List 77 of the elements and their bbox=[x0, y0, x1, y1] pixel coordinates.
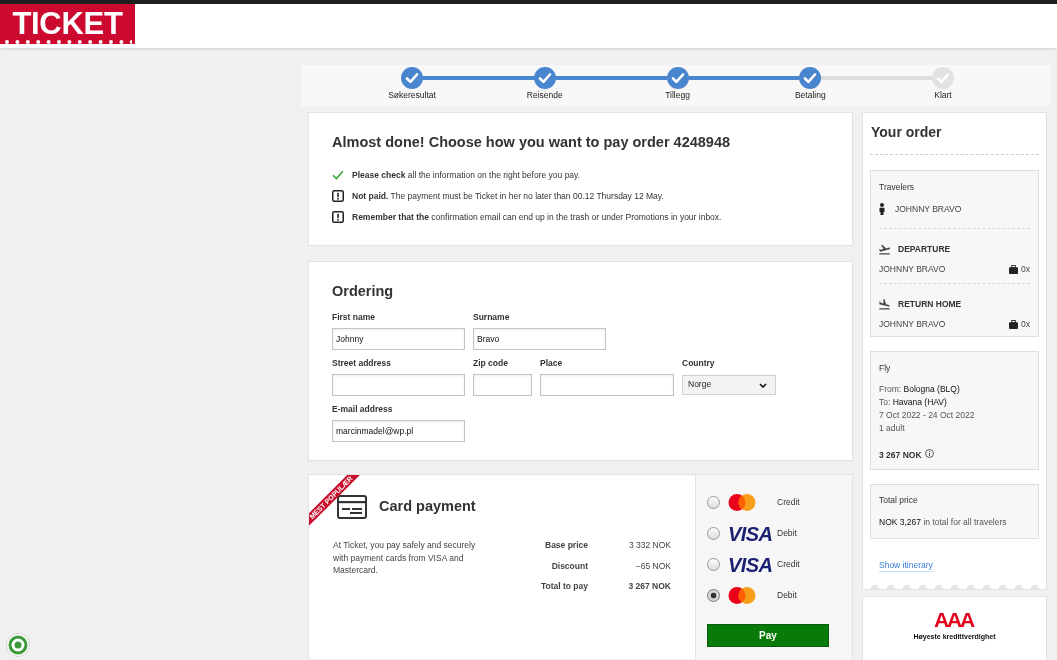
price-label: Discount bbox=[550, 559, 588, 572]
passenger-name: JOHNNY BRAVO bbox=[879, 263, 946, 275]
card-type-label: Credit bbox=[777, 558, 800, 571]
price-value: −65 NOK bbox=[634, 559, 671, 572]
card-logo: VISA bbox=[728, 524, 773, 543]
person-icon bbox=[879, 203, 885, 215]
plane-landing-icon bbox=[879, 298, 890, 310]
section-label: Fly bbox=[879, 362, 892, 374]
suitcase-icon bbox=[1009, 264, 1018, 274]
input-field[interactable]: Bravo bbox=[473, 328, 606, 350]
card-type-label: Debit bbox=[777, 527, 797, 540]
warning-icon bbox=[332, 190, 344, 202]
field-label: Surname bbox=[473, 311, 511, 323]
baggage-count: 0x bbox=[1021, 318, 1030, 330]
input-field[interactable] bbox=[473, 374, 532, 396]
step-label: Reisende bbox=[526, 90, 563, 100]
traveler-name: JOHNNY BRAVO bbox=[895, 203, 962, 215]
country-select[interactable]: Norge bbox=[682, 375, 776, 395]
radio-button[interactable] bbox=[707, 496, 720, 509]
panel-title: Your order bbox=[871, 123, 943, 141]
price-value: 3 332 NOK bbox=[627, 539, 671, 551]
field-label: Place bbox=[540, 357, 564, 369]
round-emblem-icon bbox=[6, 633, 30, 657]
radio-button[interactable] bbox=[707, 589, 720, 602]
input-field[interactable]: Johnny bbox=[332, 328, 465, 350]
dotted-line-icon bbox=[3, 40, 132, 44]
flight-detail: 7 Oct 2022 - 24 Oct 2022 bbox=[879, 409, 976, 422]
flight-price: 3 267 NOK bbox=[879, 449, 922, 461]
radio-button[interactable] bbox=[707, 527, 720, 540]
notice-text: Remember that the confirmation email can end up in the trash or under Promotions in your inbox. bbox=[352, 211, 722, 223]
page-heading: Almost done! Choose how you want to pay order 4248948 bbox=[332, 133, 732, 151]
step-label: Betaling bbox=[794, 90, 826, 100]
description-text: At Ticket, you pay safely and securely with payment cards from VISA and Mastercard. bbox=[333, 539, 477, 577]
price-value: 3 267 NOK bbox=[627, 580, 671, 592]
section-title: Ordering bbox=[332, 282, 395, 300]
field-label: E-mail address bbox=[332, 403, 394, 415]
section-label: Total price bbox=[879, 494, 919, 506]
card-logo: VISA bbox=[728, 555, 773, 574]
field-label: Country bbox=[682, 357, 716, 369]
price-label: Base price bbox=[544, 539, 588, 551]
input-field[interactable] bbox=[332, 374, 465, 396]
field-label: Street address bbox=[332, 357, 393, 369]
section-label: Travelers bbox=[879, 181, 916, 193]
notice-text: Not paid. The payment must be Ticket in her no later than 00.12 Thursday 12 May. bbox=[352, 190, 664, 202]
card-logo-icon bbox=[728, 587, 756, 604]
section-title: Card payment bbox=[379, 496, 476, 515]
warning-icon bbox=[332, 211, 344, 223]
input-field[interactable] bbox=[540, 374, 674, 396]
logo-link[interactable]: TICKET bbox=[0, 4, 135, 46]
radio-button[interactable] bbox=[707, 558, 720, 571]
chevron-down-icon bbox=[759, 382, 767, 388]
baggage-count: 0x bbox=[1021, 263, 1030, 275]
step-label: Tillegg bbox=[665, 90, 690, 100]
rating-logo: AAA bbox=[934, 611, 975, 628]
suitcase-icon bbox=[1009, 319, 1018, 329]
step-label: Klart bbox=[934, 90, 952, 100]
field-label: First name bbox=[332, 311, 376, 323]
notice-text: Please check all the information on the right before you pay. bbox=[352, 169, 581, 181]
flight-detail: To: Havana (HAV) bbox=[879, 396, 948, 409]
pay-button[interactable]: Pay bbox=[707, 624, 829, 647]
passenger-name: JOHNNY BRAVO bbox=[879, 318, 946, 330]
leg-title: DEPARTURE bbox=[898, 243, 951, 255]
plane-takeoff-icon bbox=[879, 243, 890, 255]
card-type-label: Credit bbox=[777, 496, 800, 509]
itinerary-link[interactable]: Show itinerary bbox=[879, 560, 933, 572]
card-logo-icon bbox=[728, 494, 756, 511]
total-text: NOK 3,267 in total for all travelers bbox=[879, 516, 1008, 528]
leg-title: RETURN HOME bbox=[898, 298, 962, 310]
price-label: Total to pay bbox=[539, 580, 588, 592]
card-type-label: Debit bbox=[777, 589, 797, 602]
field-label: Zip code bbox=[473, 357, 509, 369]
check-icon bbox=[332, 170, 344, 180]
flight-detail: 1 adult bbox=[879, 422, 906, 435]
info-icon bbox=[924, 449, 934, 458]
flight-detail: From: Bologna (BLQ) bbox=[879, 383, 961, 396]
step-label: Søkeresultat bbox=[388, 90, 436, 100]
input-field[interactable]: marcinmadel@wp.pl bbox=[332, 420, 465, 442]
